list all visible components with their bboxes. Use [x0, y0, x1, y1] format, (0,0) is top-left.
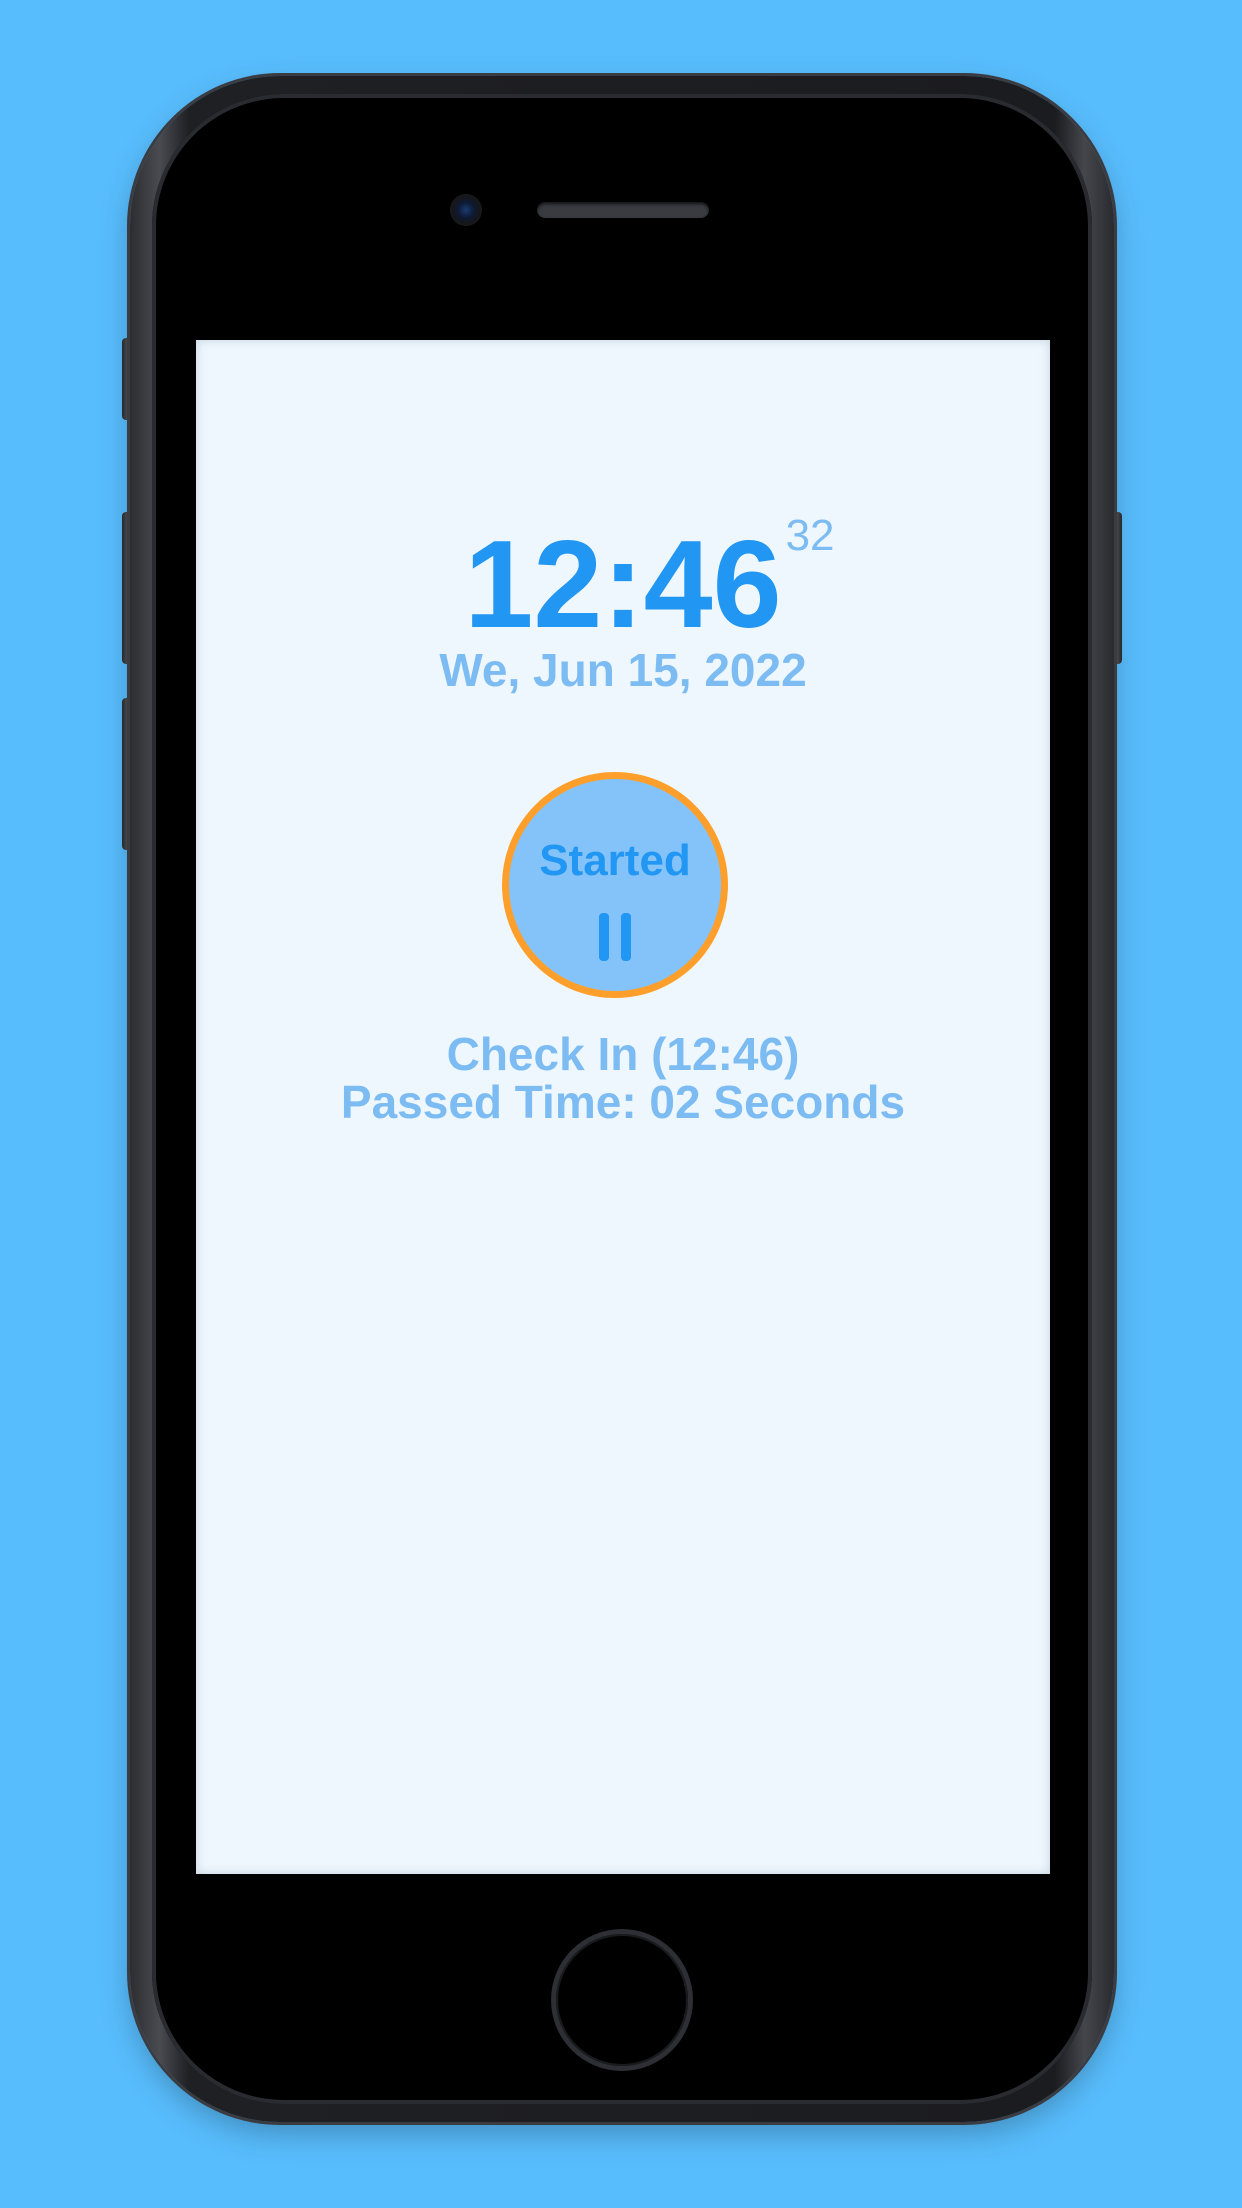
clock-time: 12:46 32	[464, 511, 834, 650]
current-date: We, Jun 15, 2022	[439, 644, 807, 696]
status-label: Started	[539, 836, 691, 885]
clock: 12:46 32	[196, 511, 1050, 650]
app-screen: 12:46 32 We, Jun 15, 2022 Started Check …	[196, 340, 1050, 1874]
check-in-text: Check In (12:46)	[446, 1028, 800, 1080]
earpiece-speaker	[537, 202, 709, 218]
clock-seconds: 32	[785, 511, 835, 560]
start-pause-button[interactable]: Started	[502, 772, 728, 998]
pause-icon	[599, 913, 631, 963]
page-background: 12:46 32 We, Jun 15, 2022 Started Check …	[0, 0, 1242, 2208]
front-camera-icon	[450, 194, 482, 226]
clock-hours-minutes: 12:46	[464, 516, 782, 654]
passed-time-text: Passed Time: 02 Seconds	[340, 1076, 906, 1128]
home-button	[556, 1934, 688, 2066]
